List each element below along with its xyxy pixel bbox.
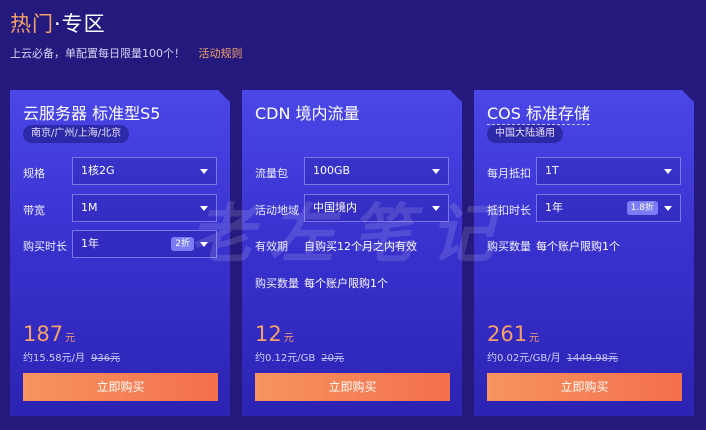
unit-price: 约0.12元/GB 20元 xyxy=(255,349,344,364)
title-hot: 热门 xyxy=(10,12,54,36)
limit-text: 每个账户限购1个 xyxy=(304,277,388,290)
price-value: 187 xyxy=(23,322,64,346)
subtitle: 上云必备，单配置每日限量100个！ 活动规则 xyxy=(10,45,243,61)
rules-link[interactable]: 活动规则 xyxy=(199,47,243,60)
traffic-label: 流量包 xyxy=(255,167,288,180)
per-price: 约0.02元/GB/月 xyxy=(487,353,561,364)
limit-label: 购买数量 xyxy=(487,240,531,253)
region-tag: 中国大陆通用 xyxy=(487,125,563,143)
price: 187 元 xyxy=(23,322,75,346)
chevron-down-icon xyxy=(432,169,440,174)
deduct-value: 1T xyxy=(545,164,559,177)
original-price: 936元 xyxy=(91,353,121,364)
deduct-select[interactable]: 1T xyxy=(536,157,681,185)
traffic-value: 100GB xyxy=(313,164,351,177)
price-value: 261 xyxy=(487,322,528,346)
spec-select[interactable]: 1核2G xyxy=(72,157,217,185)
chevron-down-icon xyxy=(200,206,208,211)
chevron-down-icon xyxy=(664,169,672,174)
price-unit: 元 xyxy=(283,333,294,344)
limit-label: 购买数量 xyxy=(255,277,299,290)
limit-text: 每个账户限购1个 xyxy=(536,240,620,253)
duration-value: 1年 xyxy=(545,201,563,214)
buy-button[interactable]: 立即购买 xyxy=(23,373,218,401)
chevron-down-icon xyxy=(664,206,672,211)
card-title: CDN 境内流量 xyxy=(255,104,360,123)
bandwidth-value: 1M xyxy=(81,201,98,214)
subtitle-text: 上云必备，单配置每日限量100个！ xyxy=(10,47,185,60)
per-price: 约15.58元/月 xyxy=(23,353,85,364)
region-label: 活动地域 xyxy=(255,204,299,217)
price-unit: 元 xyxy=(529,333,540,344)
card-title: 云服务器 标准型S5 xyxy=(23,104,161,123)
discount-badge: 1.8折 xyxy=(627,201,658,215)
deduct-label: 每月抵扣 xyxy=(487,167,531,180)
price-value: 12 xyxy=(255,322,282,346)
duration-label: 抵扣时长 xyxy=(487,204,531,217)
cvm-card: 云服务器 标准型S5 南京/广州/上海/北京 规格 1核2G 带宽 1M 购买时… xyxy=(10,90,230,416)
duration-value: 1年 xyxy=(81,237,99,250)
original-price: 1449.98元 xyxy=(566,353,618,364)
price: 261 元 xyxy=(487,322,539,346)
spec-label: 规格 xyxy=(23,167,45,180)
chevron-down-icon xyxy=(200,169,208,174)
region-tag: 南京/广州/上海/北京 xyxy=(23,125,129,143)
chevron-down-icon xyxy=(200,242,208,247)
per-price: 约0.12元/GB xyxy=(255,353,316,364)
buy-button[interactable]: 立即购买 xyxy=(255,373,450,401)
duration-label: 购买时长 xyxy=(23,240,67,253)
region-select[interactable]: 中国境内 xyxy=(304,194,449,222)
price: 12 元 xyxy=(255,322,294,346)
duration-select[interactable]: 1年 2折 xyxy=(72,230,217,258)
traffic-select[interactable]: 100GB xyxy=(304,157,449,185)
bandwidth-label: 带宽 xyxy=(23,204,45,217)
spec-value: 1核2G xyxy=(81,164,115,177)
cdn-card: CDN 境内流量 流量包 100GB 活动地域 中国境内 有效期 自购买12个月… xyxy=(242,90,462,416)
title-rest: ·专区 xyxy=(54,12,106,36)
buy-button[interactable]: 立即购买 xyxy=(487,373,682,401)
original-price: 20元 xyxy=(321,353,344,364)
unit-price: 约0.02元/GB/月 1449.98元 xyxy=(487,349,618,364)
validity-text: 自购买12个月之内有效 xyxy=(304,240,417,253)
region-value: 中国境内 xyxy=(313,201,357,214)
cos-card: COS 标准存储 中国大陆通用 每月抵扣 1T 抵扣时长 1年 1.8折 购买数… xyxy=(474,90,694,416)
chevron-down-icon xyxy=(432,206,440,211)
page-title: 热门·专区 xyxy=(10,8,106,38)
duration-select[interactable]: 1年 1.8折 xyxy=(536,194,681,222)
validity-label: 有效期 xyxy=(255,240,288,253)
unit-price: 约15.58元/月 936元 xyxy=(23,349,120,364)
bandwidth-select[interactable]: 1M xyxy=(72,194,217,222)
card-title: COS 标准存储 xyxy=(487,100,590,125)
discount-badge: 2折 xyxy=(171,237,194,251)
price-unit: 元 xyxy=(65,333,76,344)
